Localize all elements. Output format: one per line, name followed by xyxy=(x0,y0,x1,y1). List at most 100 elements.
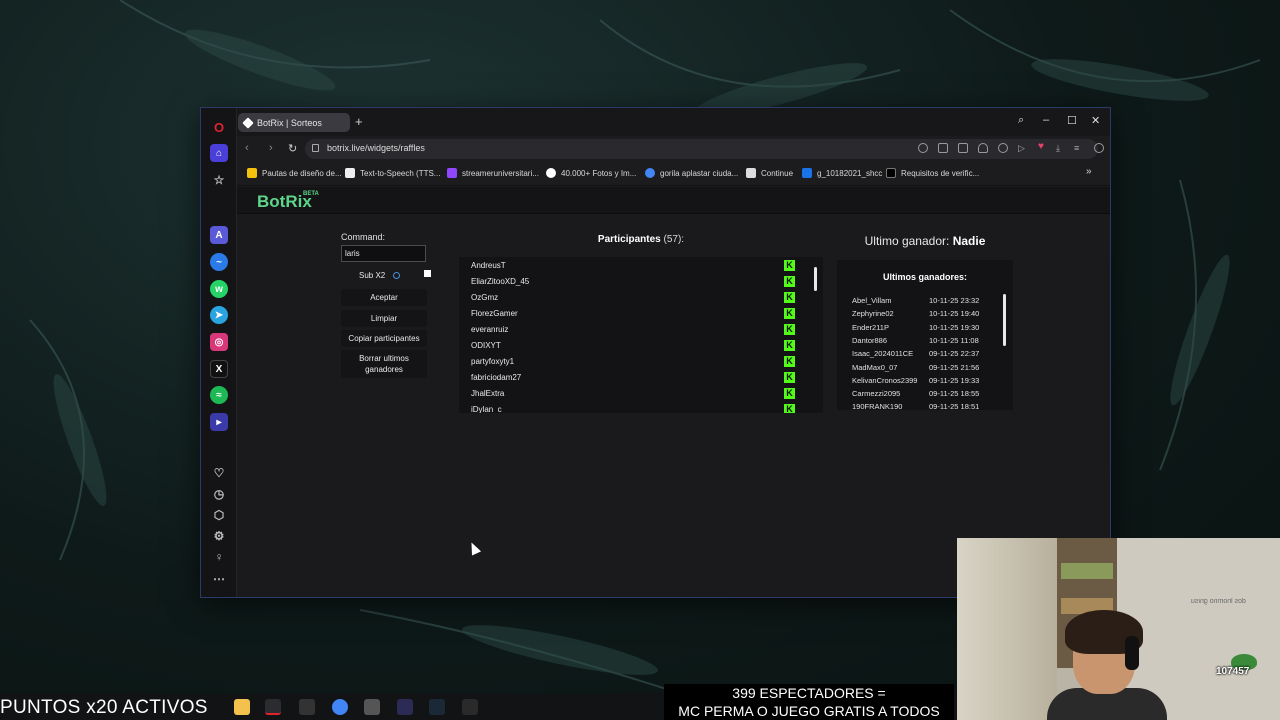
participant-name: everanruiz xyxy=(471,325,509,334)
star-icon[interactable]: ☆ xyxy=(210,171,228,189)
last-winner-line: Ultimo ganador: Nadie xyxy=(837,234,1013,248)
bookmarks-more-icon[interactable]: » xyxy=(1086,166,1092,177)
bookmark-item[interactable]: g_10182021_shcc xyxy=(802,168,882,178)
url-field[interactable]: botrix.live/widgets/raffles ▷ ♥ ⤓ ≡ xyxy=(305,139,1104,159)
document-icon xyxy=(746,168,756,178)
home-icon[interactable]: ⌂ xyxy=(210,144,228,162)
forward-icon[interactable]: › xyxy=(269,142,273,154)
opera-gx-icon[interactable] xyxy=(265,699,281,715)
webcam-wall-text: dos lnomno gnisu xyxy=(1191,598,1246,605)
more-dots-icon[interactable]: ⋯ xyxy=(210,570,228,588)
participant-row[interactable]: AndreusT K xyxy=(471,258,795,274)
chrome-icon[interactable] xyxy=(332,699,348,715)
delete-winners-button[interactable]: Borrar ultimos ganadores xyxy=(341,350,427,378)
last-winner-name: Nadie xyxy=(952,234,986,248)
participant-row[interactable]: OzGmz K xyxy=(471,290,795,306)
winner-name: Carmezzi2095 xyxy=(852,389,901,399)
document-icon xyxy=(247,168,257,178)
participant-row[interactable]: JhalExtra K xyxy=(471,386,795,402)
participant-name: FlorezGamer xyxy=(471,309,518,318)
play-icon[interactable]: ▷ xyxy=(1018,143,1028,153)
scrollbar-thumb[interactable] xyxy=(814,267,817,291)
steam-icon[interactable] xyxy=(429,699,445,715)
winner-date: 10-11-25 19:40 xyxy=(929,309,980,319)
participant-name: AndreusT xyxy=(471,261,506,270)
bookmark-item[interactable]: Text-to-Speech (TTS... xyxy=(345,168,440,178)
bookmark-item[interactable]: streameruniversitari... xyxy=(447,168,539,178)
spotify-icon[interactable]: ≈ xyxy=(210,386,228,404)
settings-gear-icon[interactable]: ⚙ xyxy=(210,527,228,545)
whatsapp-icon[interactable]: w xyxy=(210,280,228,298)
webcam-shelf-items xyxy=(1061,563,1113,579)
participant-name: EliarZitooXD_45 xyxy=(471,277,530,286)
last-winner-label: Ultimo ganador: xyxy=(864,234,950,248)
info-icon[interactable] xyxy=(393,272,400,279)
participant-row[interactable]: EliarZitooXD_45 K xyxy=(471,274,795,290)
opera-logo-icon[interactable]: O xyxy=(210,118,228,136)
player-icon[interactable]: ▸ xyxy=(210,413,228,431)
bookmark-item[interactable]: Pautas de diseño de... xyxy=(247,168,342,178)
botrix-page: BotRix BETA Command: Sub X2 Aceptar Limp… xyxy=(237,187,1110,597)
file-explorer-icon[interactable] xyxy=(234,699,250,715)
close-icon[interactable]: ✕ xyxy=(1091,114,1100,127)
scrollbar-thumb[interactable] xyxy=(1003,294,1006,346)
messenger-icon[interactable]: ~ xyxy=(210,253,228,271)
vpn-icon[interactable] xyxy=(998,143,1008,153)
shield-icon[interactable] xyxy=(978,143,988,153)
epic-games-icon[interactable] xyxy=(462,699,478,715)
app-window-icon[interactable] xyxy=(364,699,380,715)
minimize-icon[interactable]: – xyxy=(1043,114,1049,126)
winners-scrollbar[interactable] xyxy=(1003,288,1007,404)
instagram-icon[interactable]: ◎ xyxy=(210,333,228,351)
new-tab-plus-icon[interactable]: + xyxy=(355,114,363,129)
participant-row[interactable]: FlorezGamer K xyxy=(471,306,795,322)
participant-row[interactable]: iDylan_c K xyxy=(471,402,795,413)
maximize-icon[interactable]: ☐ xyxy=(1067,114,1077,127)
participants-count: (57): xyxy=(663,234,685,245)
winners-list-box[interactable]: Ultimos ganadores: Abel_Villam 10-11-25 2… xyxy=(837,260,1013,411)
bookmark-item[interactable]: Continue xyxy=(746,168,793,178)
reload-icon[interactable]: ↻ xyxy=(288,142,297,155)
extensions-cube-icon[interactable]: ⬡ xyxy=(210,506,228,524)
bookmark-item[interactable]: 40.000+ Fotos y Im... xyxy=(546,168,636,178)
participant-row[interactable]: partyfoxyty1 K xyxy=(471,354,795,370)
winner-date: 09-11-25 19:33 xyxy=(929,375,980,385)
participants-list[interactable]: AndreusT K EliarZitooXD_45 K OzGmz K FlorezGam… xyxy=(459,257,823,413)
league-icon[interactable] xyxy=(299,699,315,715)
camera-icon[interactable] xyxy=(958,143,968,153)
heart-icon[interactable]: ♥ xyxy=(1038,141,1048,152)
participant-row[interactable]: fabriciodam27 K xyxy=(471,370,795,386)
edit-icon[interactable] xyxy=(938,143,948,153)
browser-sidebar: O ⌂ ☆ A ~ w ➤ ◎ X ≈ ▸ ♡ ◷ ⬡ ⚙ ♀ ⋯ xyxy=(201,108,237,597)
participants-scrollbar[interactable] xyxy=(813,261,819,409)
accept-button[interactable]: Aceptar xyxy=(341,289,427,306)
vscode-icon[interactable] xyxy=(397,699,413,715)
account-icon[interactable] xyxy=(1094,143,1104,153)
subx2-checkbox[interactable] xyxy=(424,270,431,277)
bookmark-item[interactable]: Requisitos de verific... xyxy=(886,168,979,178)
site-header: BotRix BETA xyxy=(237,187,1110,214)
copy-participants-button[interactable]: Copiar participantes xyxy=(341,330,427,347)
telegram-icon[interactable]: ➤ xyxy=(210,306,228,324)
bookmark-item[interactable]: gorila aplastar ciuda... xyxy=(645,168,738,178)
back-icon[interactable]: ‹ xyxy=(245,142,249,154)
heart-icon[interactable]: ♡ xyxy=(210,464,228,482)
clear-button[interactable]: Limpiar xyxy=(341,310,427,327)
winner-row: Ender211P 10-11-25 19:30 xyxy=(852,323,992,336)
search-icon[interactable]: ⌕ xyxy=(1018,114,1024,127)
download-icon[interactable]: ⤓ xyxy=(1056,143,1066,153)
participant-row[interactable]: ODIXYT K xyxy=(471,338,795,354)
command-input[interactable] xyxy=(341,245,426,262)
participant-name: partyfoxyty1 xyxy=(471,357,515,366)
participant-name: fabriciodam27 xyxy=(471,373,522,382)
zoom-icon[interactable] xyxy=(918,143,928,153)
x-twitter-icon[interactable]: X xyxy=(210,360,228,378)
tab-botrix[interactable]: BotRix | Sorteos xyxy=(238,113,350,132)
bookmarks-bar: Pautas de diseño de... Text-to-Speech (T… xyxy=(237,162,1110,186)
menu-icon[interactable]: ≡ xyxy=(1074,143,1084,153)
lightbulb-icon[interactable]: ♀ xyxy=(210,548,228,566)
participant-row[interactable]: everanruiz K xyxy=(471,322,795,338)
aria-icon[interactable]: A xyxy=(210,226,228,244)
participants-heading: Participantes (57): xyxy=(459,234,823,245)
history-icon[interactable]: ◷ xyxy=(210,485,228,503)
